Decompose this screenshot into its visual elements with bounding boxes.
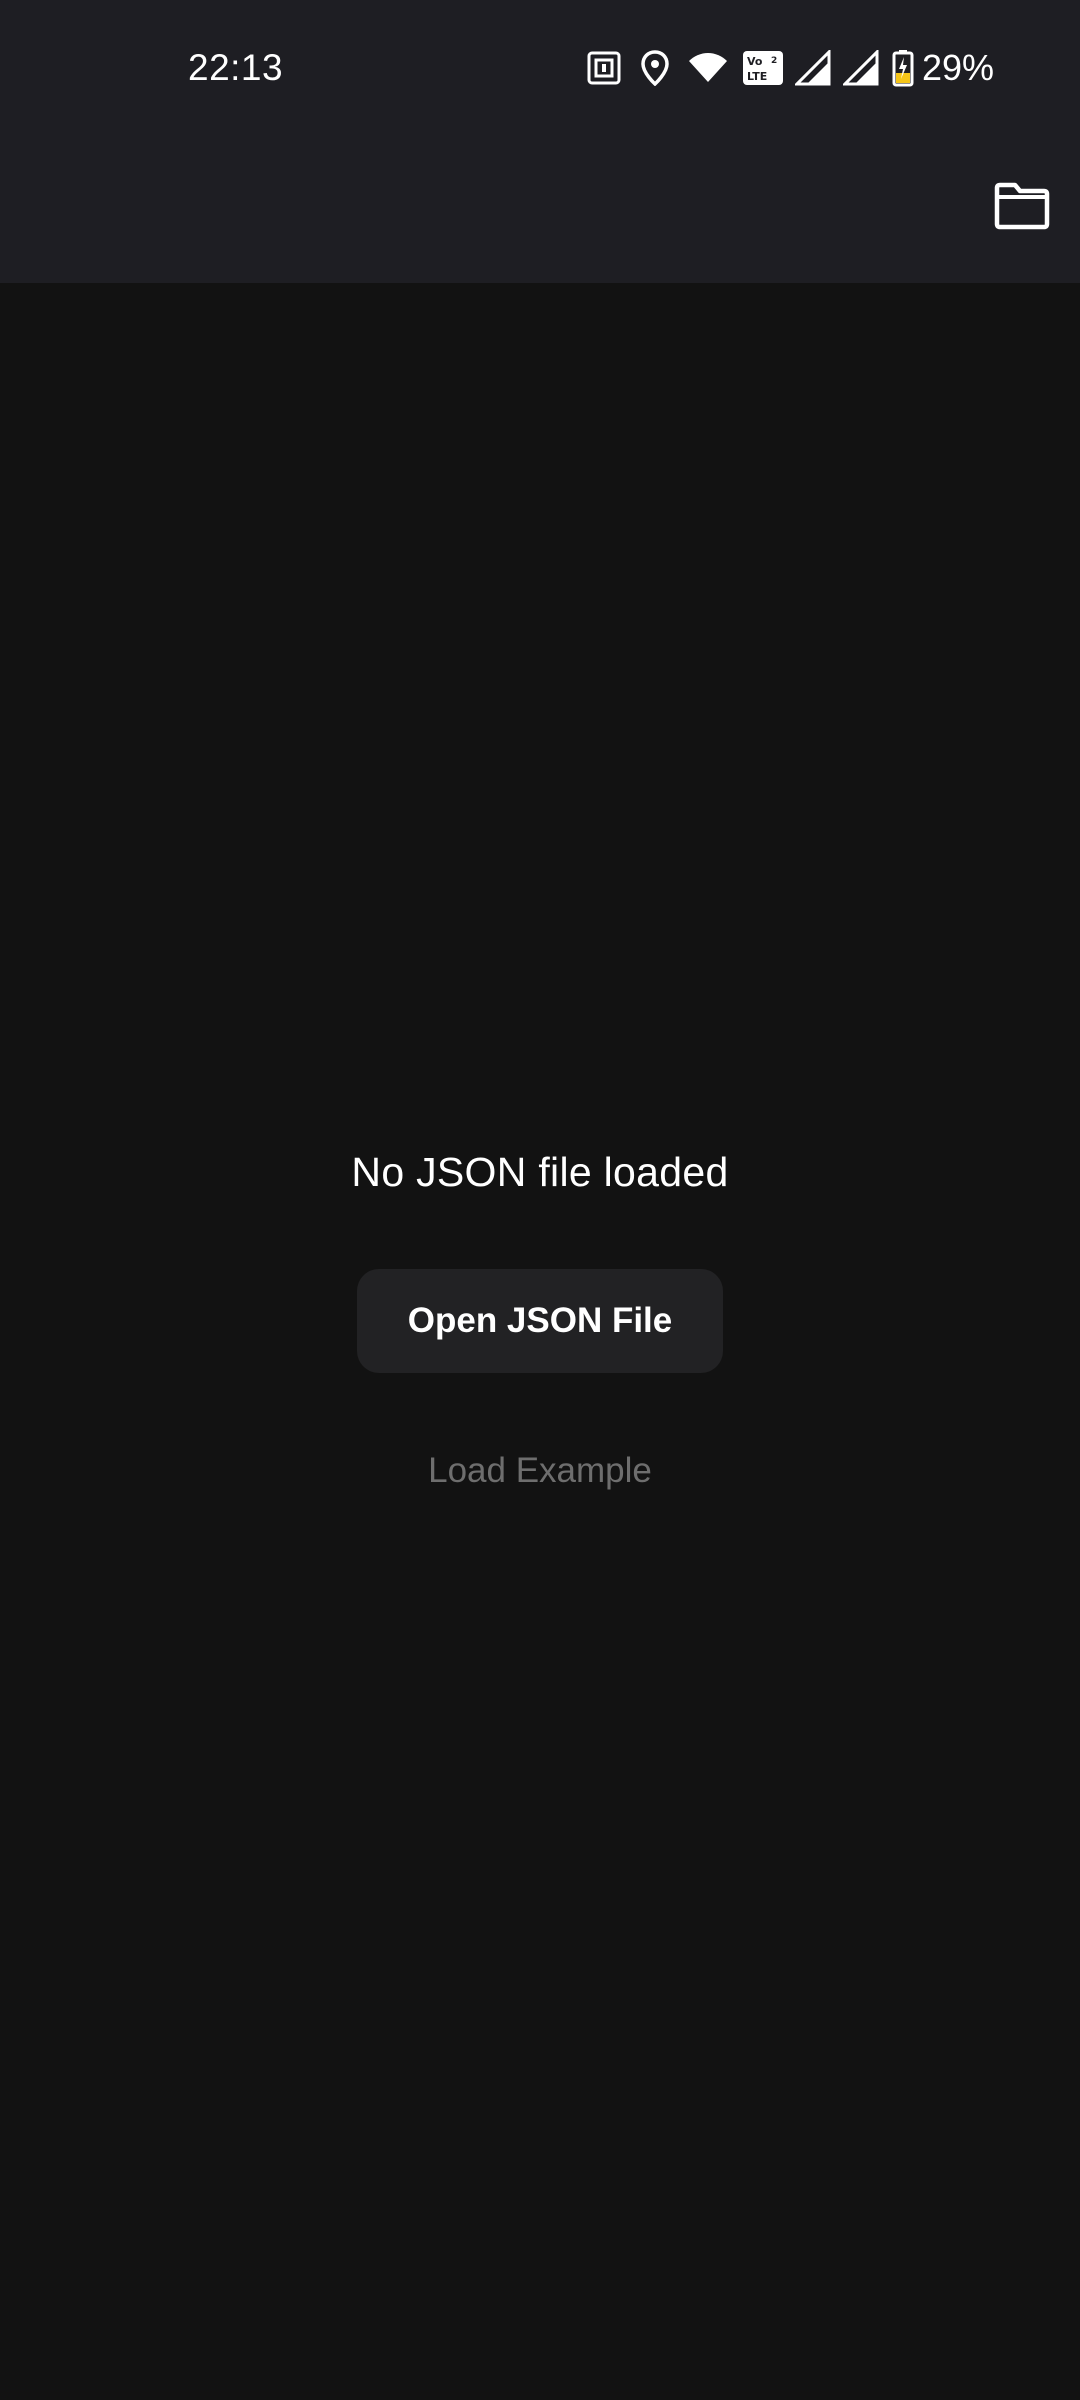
signal-icon [794,46,832,90]
volte-label-top: Vo [747,55,763,68]
app-bar [0,136,1080,283]
volte-label-bottom: LTE [747,70,767,83]
wifi-icon [688,46,728,90]
load-example-button[interactable]: Load Example [0,1449,1080,1493]
top-area: 22:13 Vo 2 LTE 29% [0,0,1080,283]
status-time: 22:13 [188,47,284,88]
empty-state-message: No JSON file loaded [351,1149,729,1195]
volte-sim-label: 2 [771,56,777,66]
open-json-file-button[interactable]: Open JSON File [357,1269,723,1373]
location-icon [640,46,670,90]
status-icons: Vo 2 LTE 29% [586,46,994,90]
battery-percent: 29% [922,47,995,88]
main-content: No JSON file loaded Open JSON File Load … [0,283,1080,2400]
battery-charging-icon [892,46,914,90]
open-folder-button[interactable] [990,180,1054,236]
volte-icon: Vo 2 LTE [742,46,784,90]
signal-icon [842,46,880,90]
folder-icon [994,182,1050,235]
status-bar: 22:13 Vo 2 LTE 29% [0,0,1080,136]
nfc-icon [586,46,622,90]
